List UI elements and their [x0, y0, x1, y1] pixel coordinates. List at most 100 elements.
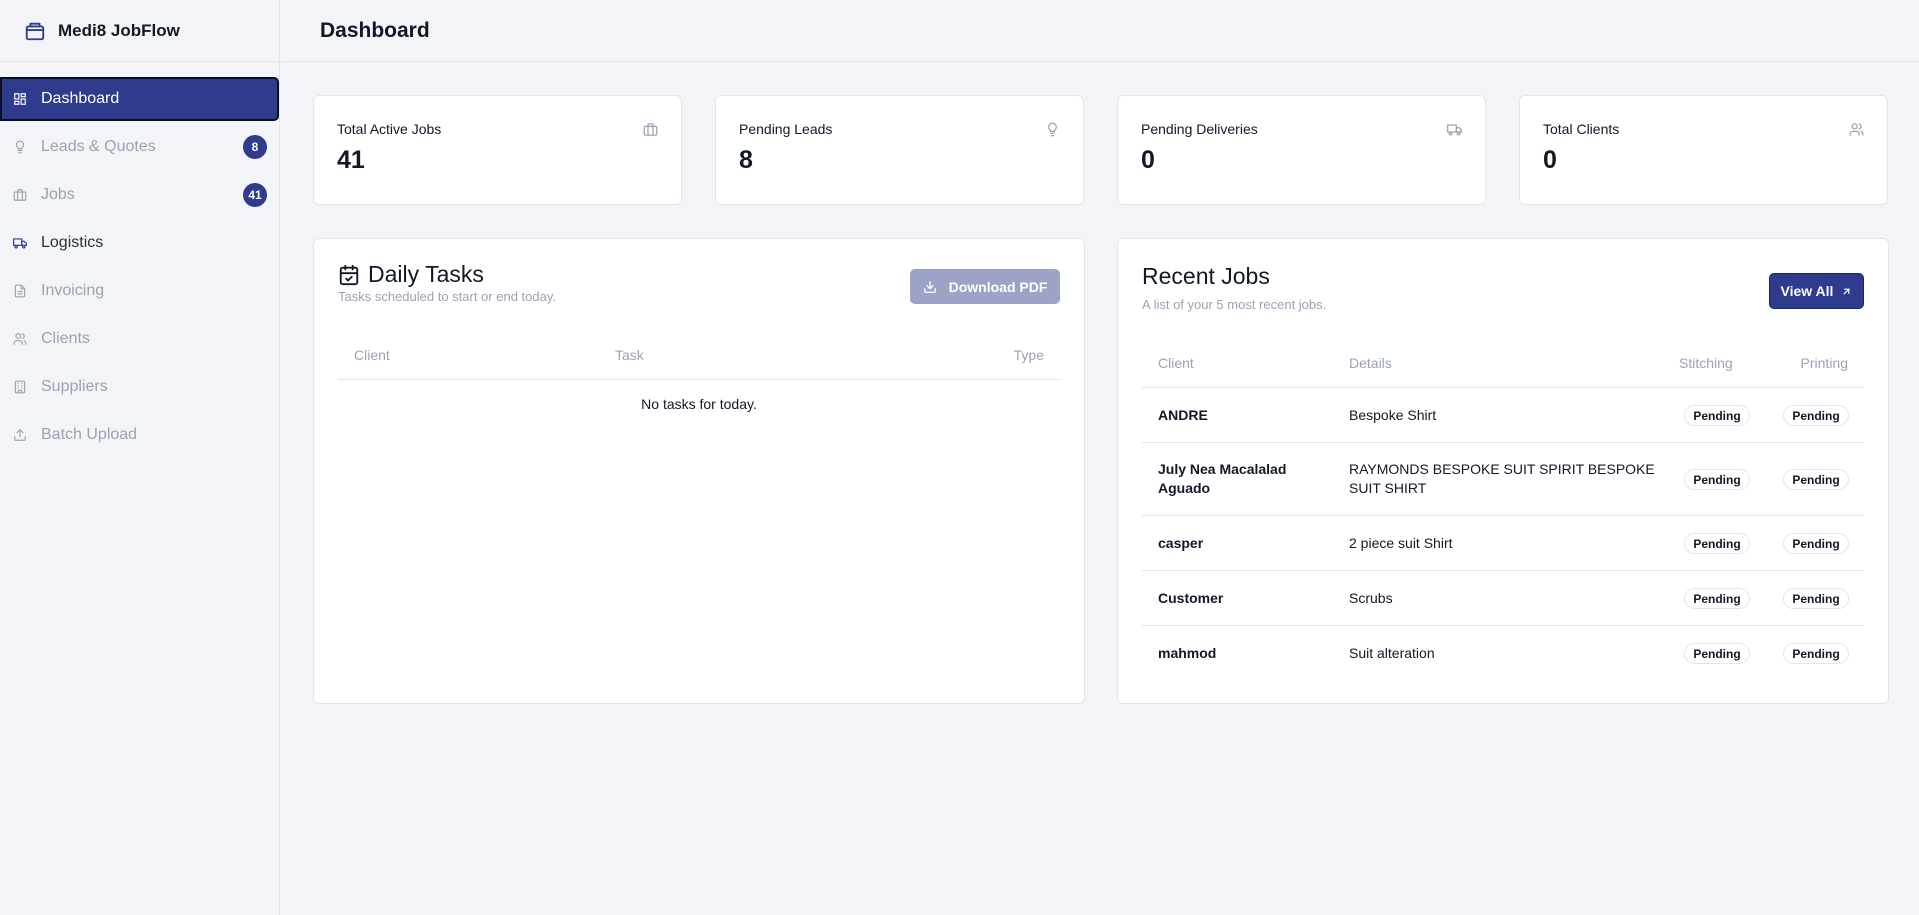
printing-status-badge: Pending — [1783, 533, 1849, 554]
calendar-check-icon — [339, 264, 359, 285]
stat-label: Total Clients — [1543, 121, 1620, 137]
stitching-status-badge: Pending — [1684, 469, 1750, 490]
sidebar-item-label: Logistics — [41, 234, 104, 251]
app-name: Medi8 JobFlow — [58, 20, 180, 40]
upload-icon — [14, 428, 26, 441]
column-header-task: Task — [615, 347, 644, 363]
job-details: 2 piece suit Shirt — [1349, 535, 1453, 551]
printing-status-badge: Pending — [1783, 405, 1849, 426]
table-row[interactable]: casper 2 piece suit Shirt Pending Pendin… — [1142, 516, 1864, 571]
sidebar-item-label: Dashboard — [41, 90, 120, 107]
view-all-button[interactable]: View All — [1769, 273, 1864, 309]
stat-card-total-clients: Total Clients 0 — [1519, 95, 1888, 205]
stitching-status-badge: Pending — [1684, 533, 1750, 554]
recent-jobs-subtitle: A list of your 5 most recent jobs. — [1142, 297, 1327, 312]
sidebar-item-leads-quotes[interactable]: Leads & Quotes 8 — [0, 125, 279, 169]
sidebar-item-label: Invoicing — [41, 282, 105, 299]
sidebar-nav: Dashboard Leads & Quotes 8 Jobs 41 Logis… — [0, 62, 279, 457]
stat-card-active-jobs: Total Active Jobs 41 — [313, 95, 682, 205]
sidebar-item-batch-upload[interactable]: Batch Upload — [0, 413, 279, 457]
daily-tasks-title: Daily Tasks — [338, 261, 484, 288]
users-icon — [1849, 123, 1864, 136]
recent-jobs-table: Client Details Stitching Printing ANDRE … — [1142, 347, 1864, 681]
job-details: Scrubs — [1349, 590, 1393, 606]
table-row[interactable]: mahmod Suit alteration Pending Pending — [1142, 626, 1864, 681]
sidebar-item-dashboard[interactable]: Dashboard — [0, 77, 279, 121]
job-client: casper — [1158, 535, 1204, 551]
column-header-stitching: Stitching — [1679, 355, 1733, 371]
tasks-empty-message: No tasks for today. — [641, 396, 757, 412]
jobs-table-header: Client Details Stitching Printing — [1142, 347, 1864, 388]
sidebar-item-invoicing[interactable]: Invoicing — [0, 269, 279, 313]
tasks-table-header: Client Task Type — [338, 340, 1060, 380]
printing-status-badge: Pending — [1783, 469, 1849, 490]
briefcase-icon — [13, 189, 27, 201]
package-icon — [25, 22, 45, 40]
topbar: Dashboard — [281, 0, 1919, 62]
stat-card-pending-leads: Pending Leads 8 — [715, 95, 1084, 205]
lightbulb-icon — [15, 140, 25, 154]
job-client: ANDRE — [1158, 407, 1208, 423]
sidebar-item-label: Batch Upload — [41, 426, 138, 443]
stat-value: 0 — [1141, 146, 1155, 174]
grid-icon — [14, 93, 26, 105]
stat-value: 8 — [739, 146, 753, 174]
column-header-client: Client — [354, 347, 390, 363]
table-row[interactable]: Customer Scrubs Pending Pending — [1142, 571, 1864, 626]
daily-tasks-subtitle: Tasks scheduled to start or end today. — [338, 289, 556, 304]
sidebar-item-suppliers[interactable]: Suppliers — [0, 365, 279, 409]
job-client: mahmod — [1158, 645, 1217, 661]
sidebar-item-label: Jobs — [41, 186, 75, 203]
brand[interactable]: Medi8 JobFlow — [0, 0, 279, 62]
stat-label: Pending Deliveries — [1141, 121, 1258, 137]
jobs-count-badge: 41 — [243, 183, 267, 207]
job-details: RAYMONDS BESPOKE SUIT SPIRIT BESPOKE SUI… — [1349, 461, 1655, 496]
sidebar: Medi8 JobFlow Dashboard Leads & Quotes 8… — [0, 0, 280, 915]
briefcase-icon — [643, 123, 658, 136]
arrow-up-right-icon — [1844, 288, 1850, 294]
job-client: Customer — [1158, 590, 1224, 606]
table-row[interactable]: July Nea Macalalad Aguado RAYMONDS BESPO… — [1142, 443, 1864, 516]
table-row[interactable]: ANDRE Bespoke Shirt Pending Pending — [1142, 388, 1864, 443]
daily-tasks-panel: Daily Tasks Tasks scheduled to start or … — [313, 238, 1085, 704]
users-icon — [13, 333, 27, 345]
download-pdf-button[interactable]: Download PDF — [910, 269, 1060, 304]
document-icon — [14, 284, 26, 298]
sidebar-item-label: Clients — [41, 330, 90, 347]
stat-value: 41 — [337, 146, 365, 174]
page-title: Dashboard — [320, 18, 430, 42]
recent-jobs-title-text: Recent Jobs — [1142, 263, 1270, 289]
truck-icon — [1447, 124, 1462, 136]
stitching-status-badge: Pending — [1684, 588, 1750, 609]
sidebar-item-label: Suppliers — [41, 378, 108, 395]
recent-jobs-panel: Recent Jobs A list of your 5 most recent… — [1117, 238, 1889, 704]
stat-label: Total Active Jobs — [337, 121, 442, 137]
job-client: July Nea Macalalad Aguado — [1158, 461, 1287, 496]
view-all-label: View All — [1780, 283, 1834, 299]
sidebar-item-logistics[interactable]: Logistics — [0, 221, 279, 265]
leads-count-badge: 8 — [243, 135, 267, 159]
stat-card-pending-deliveries: Pending Deliveries 0 — [1117, 95, 1486, 205]
download-icon — [923, 280, 936, 293]
lightbulb-icon — [1048, 122, 1057, 137]
column-header-type: Type — [1013, 347, 1044, 363]
column-header-details: Details — [1349, 355, 1392, 371]
stitching-status-badge: Pending — [1684, 643, 1750, 664]
sidebar-item-label: Leads & Quotes — [41, 138, 156, 155]
stat-value: 0 — [1543, 146, 1557, 174]
sidebar-item-clients[interactable]: Clients — [0, 317, 279, 361]
printing-status-badge: Pending — [1783, 643, 1849, 664]
download-pdf-label: Download PDF — [948, 278, 1048, 295]
printing-status-badge: Pending — [1783, 588, 1849, 609]
recent-jobs-title: Recent Jobs — [1142, 263, 1270, 290]
sidebar-item-jobs[interactable]: Jobs 41 — [0, 173, 279, 217]
stitching-status-badge: Pending — [1684, 405, 1750, 426]
daily-tasks-title-text: Daily Tasks — [368, 261, 484, 287]
job-details: Suit alteration — [1349, 645, 1435, 661]
job-details: Bespoke Shirt — [1349, 407, 1437, 423]
building-icon — [14, 380, 26, 394]
column-header-printing: Printing — [1800, 355, 1848, 371]
column-header-client: Client — [1158, 355, 1194, 371]
stat-label: Pending Leads — [739, 121, 833, 137]
truck-icon — [13, 238, 27, 249]
